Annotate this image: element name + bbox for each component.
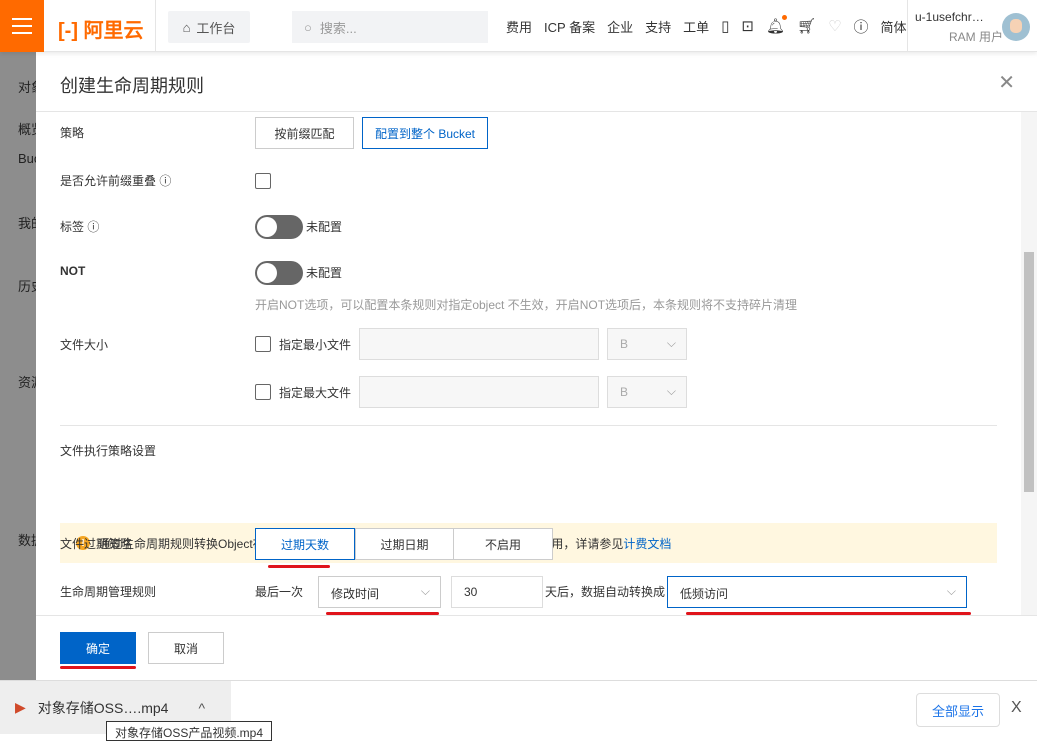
- chevron-down-icon: ⌵: [666, 384, 676, 398]
- billing-doc-link[interactable]: 计费文档: [623, 537, 671, 551]
- nav-enterprise[interactable]: 企业: [607, 17, 633, 36]
- confirm-button[interactable]: 确定: [60, 632, 136, 664]
- section-title: 文件执行策略设置: [60, 444, 157, 458]
- nav-fees[interactable]: 费用: [506, 17, 532, 36]
- sidebar-item-overview[interactable]: 概览: [18, 119, 36, 138]
- cart-icon[interactable]: 🛒︎: [797, 17, 816, 35]
- aliyun-logo[interactable]: [-] 阿里云: [58, 14, 144, 43]
- max-size-label: 指定最大文件: [279, 386, 352, 400]
- username: u-1usefchr…: [915, 10, 984, 24]
- strategy-bucket-button[interactable]: 配置到整个 Bucket: [362, 117, 488, 149]
- help-icon[interactable]: ⓘ: [854, 16, 869, 37]
- time-type-select[interactable]: 修改时间 ⌵: [318, 576, 441, 608]
- help-icon[interactable]: ⓘ: [159, 174, 171, 188]
- storage-class-select[interactable]: 低频访问 ⌵: [667, 576, 967, 608]
- terminal-icon[interactable]: ⊡: [741, 17, 754, 35]
- chevron-down-icon: ⌵: [420, 584, 430, 598]
- rule-middle: 天后，数据自动转换成: [545, 585, 666, 599]
- cancel-button[interactable]: 取消: [148, 632, 224, 664]
- overlap-checkbox[interactable]: [255, 173, 271, 189]
- scrollbar[interactable]: [1021, 112, 1037, 615]
- max-unit-value: B: [620, 385, 629, 399]
- min-size-unit-select[interactable]: B ⌵: [607, 328, 687, 360]
- bell-icon[interactable]: 🔔︎: [766, 15, 788, 35]
- workbench-button[interactable]: ⌂ 工作台: [168, 11, 250, 43]
- min-size-checkbox[interactable]: [255, 336, 271, 352]
- not-label: NOT: [60, 264, 86, 278]
- search-input[interactable]: ○ 搜索...: [292, 11, 488, 43]
- max-size-checkbox[interactable]: [255, 384, 271, 400]
- sidebar: 对象 概览 Bucket 我的 历史 资源 数据: [0, 52, 36, 680]
- show-all-button[interactable]: 全部显示: [916, 693, 1000, 727]
- top-bar: [-] 阿里云 ⌂ 工作台 ○ 搜索... 费用 ICP 备案 企业 支持 工单 ▯…: [0, 0, 1037, 52]
- storage-class-value: 低频访问: [680, 587, 729, 601]
- nav-ticket[interactable]: 工单: [683, 17, 709, 36]
- home-icon: ⌂: [182, 19, 191, 35]
- help-icon[interactable]: ⓘ: [87, 220, 99, 234]
- sidebar-item-mine[interactable]: 我的: [18, 213, 36, 232]
- language-switch[interactable]: 简体: [881, 17, 907, 36]
- user-role: RAM 用户: [948, 30, 1003, 44]
- not-state: 未配置: [306, 266, 343, 280]
- rule-prefix: 最后一次: [255, 585, 304, 599]
- sidebar-item-resources[interactable]: 资源: [18, 372, 36, 391]
- close-download-bar-icon[interactable]: X: [1011, 699, 1022, 717]
- user-menu[interactable]: u-1usefchr… RAM 用户: [907, 0, 1003, 52]
- download-bar: ▶ 对象存储OSS….mp4 ^ 对象存储OSS产品视频.mp4 全部显示 X: [0, 680, 1037, 741]
- tags-label: 标签 ⓘ: [60, 218, 99, 235]
- max-size-input[interactable]: [359, 376, 599, 408]
- dialog-title: 创建生命周期规则: [60, 76, 204, 96]
- tags-text: 标签: [60, 220, 85, 234]
- chevron-down-icon: ⌵: [946, 584, 956, 598]
- menu-button[interactable]: [0, 0, 44, 52]
- sidebar-item-data[interactable]: 数据: [18, 530, 36, 549]
- chevron-up-icon[interactable]: ^: [198, 700, 205, 716]
- close-icon[interactable]: ✕: [998, 70, 1015, 95]
- search-icon: ○: [304, 19, 312, 35]
- avatar[interactable]: [1002, 13, 1030, 41]
- expire-label: 文件过期策略: [60, 537, 133, 551]
- video-file-icon: ▶: [15, 699, 26, 715]
- lightbulb-icon[interactable]: ♡: [828, 17, 841, 35]
- strategy-prefix-button[interactable]: 按前缀匹配: [255, 117, 354, 149]
- expire-date-button[interactable]: 过期日期: [355, 528, 454, 560]
- search-placeholder: 搜索...: [319, 20, 357, 36]
- min-size-label: 指定最小文件: [279, 338, 352, 352]
- max-size-unit-select[interactable]: B ⌵: [607, 376, 687, 408]
- expire-days-button[interactable]: 过期天数: [255, 528, 355, 560]
- create-lifecycle-dialog: 创建生命周期规则 ✕ 策略 按前缀匹配 配置到整个 Bucket 是否允许前缀重…: [36, 52, 1037, 680]
- download-filename: 对象存储OSS….mp4: [37, 699, 169, 716]
- expire-disabled-button[interactable]: 不启用: [453, 528, 553, 560]
- days-value: 30: [464, 585, 478, 599]
- nav-icp[interactable]: ICP 备案: [544, 17, 595, 36]
- overlap-label: 是否允许前缀重叠 ⓘ: [60, 172, 171, 189]
- not-hint: 开启NOT选项，可以配置本条规则对指定object 不生效，开启NOT选项后，本…: [255, 298, 798, 312]
- rule-label: 生命周期管理规则: [60, 585, 157, 599]
- sidebar-item-history[interactable]: 历史: [18, 276, 36, 295]
- min-unit-value: B: [620, 337, 629, 351]
- filename-tooltip: 对象存储OSS产品视频.mp4: [106, 721, 273, 741]
- filesize-label: 文件大小: [60, 338, 109, 352]
- sidebar-title: 对象: [18, 80, 36, 95]
- overlap-text: 是否允许前缀重叠: [60, 174, 157, 188]
- strategy-label: 策略: [60, 126, 85, 140]
- tags-state: 未配置: [306, 220, 343, 234]
- min-size-input[interactable]: [359, 328, 599, 360]
- workbench-label: 工作台: [196, 20, 236, 36]
- time-type-value: 修改时间: [331, 587, 380, 601]
- not-toggle[interactable]: [255, 261, 303, 285]
- tags-toggle[interactable]: [255, 215, 303, 239]
- logo-text: 阿里云: [83, 20, 144, 42]
- app-icon[interactable]: ▯: [721, 17, 729, 35]
- days-input[interactable]: 30: [451, 576, 543, 608]
- chevron-down-icon: ⌵: [666, 336, 676, 350]
- sidebar-item-bucket[interactable]: Bucket: [18, 151, 36, 166]
- nav-support[interactable]: 支持: [645, 17, 671, 36]
